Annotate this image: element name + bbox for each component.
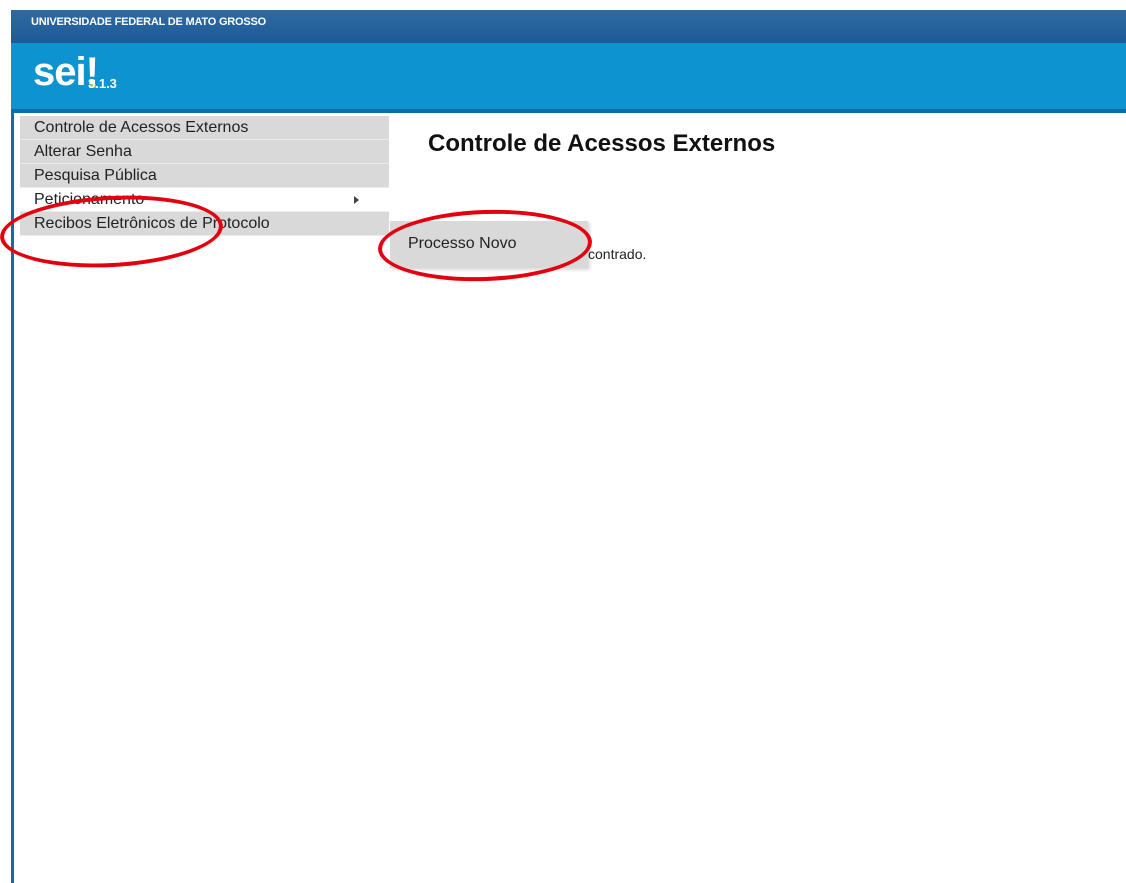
header-bar: UNIVERSIDADE FEDERAL DE MATO GROSSO (11, 10, 1126, 43)
menu-item-alterar-senha[interactable]: Alterar Senha (20, 140, 389, 164)
page-title: Controle de Acessos Externos (428, 130, 776, 157)
submenu-arrow-icon (354, 196, 359, 204)
menu-item-controle-acessos-externos[interactable]: Controle de Acessos Externos (20, 116, 389, 140)
submenu-item-processo-novo[interactable]: Processo Novo (390, 221, 588, 268)
menu-item-label: Recibos Eletrônicos de Protocolo (34, 215, 270, 232)
logo-text: sei (33, 50, 87, 94)
menu-item-peticionamento[interactable]: Peticionamento (20, 188, 389, 212)
organization-name: UNIVERSIDADE FEDERAL DE MATO GROSSO (31, 16, 267, 28)
left-border (11, 113, 14, 883)
logo-bar: sei! 3.1.3 (11, 43, 1126, 113)
submenu-peticionamento: Processo Novo (390, 221, 588, 268)
menu-item-pesquisa-publica[interactable]: Pesquisa Pública (20, 164, 389, 188)
main-menu: Controle de Acessos Externos Alterar Sen… (20, 116, 389, 236)
version-label: 3.1.3 (88, 76, 117, 91)
menu-item-label: Pesquisa Pública (34, 167, 157, 184)
menu-item-label: Peticionamento (34, 191, 145, 208)
menu-item-label: Controle de Acessos Externos (34, 119, 249, 136)
top-strip (0, 0, 1126, 10)
menu-item-label: Alterar Senha (34, 143, 132, 160)
empty-message: contrado. (588, 246, 647, 262)
menu-item-recibos-eletronicos[interactable]: Recibos Eletrônicos de Protocolo (20, 212, 389, 236)
